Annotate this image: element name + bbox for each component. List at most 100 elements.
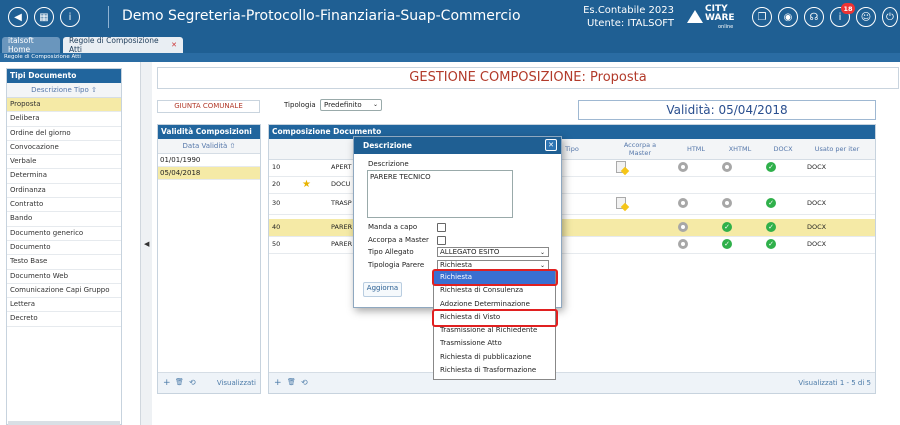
tipo-allegato-value: ALLEGATO ESITO — [440, 248, 500, 256]
row-desc: DOCU — [331, 180, 351, 188]
fiscal-year: Es.Contabile 2023 — [583, 5, 674, 16]
list-item[interactable]: Documento — [7, 241, 121, 256]
info-icon[interactable]: i — [60, 7, 80, 27]
docx-enabled-icon[interactable]: ✓ — [766, 198, 776, 208]
document-merge-icon[interactable] — [616, 161, 626, 173]
column-header-usato[interactable]: Usato per iter — [805, 139, 869, 159]
delete-icon[interactable]: 🗑 — [175, 378, 184, 386]
close-icon[interactable]: ✕ — [171, 41, 177, 49]
manda-a-capo-checkbox[interactable] — [437, 223, 446, 232]
delete-icon[interactable]: 🗑 — [287, 378, 296, 386]
list-item[interactable]: Convocazione — [7, 141, 121, 156]
dropdown-option[interactable]: Richiesta di Trasformazione — [434, 364, 555, 377]
add-icon[interactable]: + — [163, 378, 171, 388]
list-item[interactable]: Ordine del giorno — [7, 127, 121, 141]
list-item[interactable]: Ordinanza — [7, 184, 121, 199]
arrow-left-icon[interactable]: ◀ — [8, 7, 28, 27]
add-icon[interactable]: + — [274, 378, 282, 388]
brand-line2: WARE — [705, 13, 735, 23]
list-item[interactable]: Lettera — [7, 298, 121, 313]
row-desc: PARER — [331, 240, 353, 248]
xhtml-disabled-icon[interactable] — [722, 162, 732, 172]
validita-list: 01/01/1990 05/04/2018 — [158, 154, 260, 180]
refresh-icon[interactable]: ⟲ — [301, 378, 308, 387]
horizontal-scrollbar[interactable] — [8, 421, 120, 425]
docx-enabled-icon[interactable]: ✓ — [766, 162, 776, 172]
row-usato: DOCX — [807, 199, 827, 207]
html-disabled-icon[interactable] — [678, 198, 688, 208]
dropdown-option[interactable]: Richiesta di Consulenza — [434, 284, 555, 297]
row-usato: DOCX — [807, 240, 827, 248]
tipo-allegato-select[interactable]: ALLEGATO ESITO ⌄ — [437, 247, 549, 257]
dropdown-option[interactable]: Trasmissione Atto — [434, 337, 555, 350]
breadcrumb: Regole di Composizione Atti — [0, 53, 900, 62]
panel-title: Tipi Documento — [7, 69, 121, 83]
accorpa-checkbox[interactable] — [437, 236, 446, 245]
descrizione-label: Descrizione — [368, 160, 409, 168]
docx-enabled-icon[interactable]: ✓ — [766, 239, 776, 249]
user-icon[interactable]: ☺ — [856, 7, 876, 27]
chevron-down-icon: ⌄ — [372, 101, 378, 108]
tipologia-value: Predefinito — [324, 101, 362, 109]
tab-regole-composizione[interactable]: Regole di Composizione Atti ✕ — [63, 36, 183, 54]
list-item[interactable]: Decreto — [7, 312, 121, 327]
row-seq: 50 — [272, 240, 281, 248]
tipologia-parere-value: Richiesta — [440, 261, 473, 269]
dialog-title: Descrizione — [354, 137, 561, 154]
xhtml-enabled-icon[interactable]: ✓ — [722, 222, 732, 232]
column-header-xhtml[interactable]: XHTML — [723, 139, 757, 159]
refresh-icon[interactable]: ⟲ — [189, 378, 196, 387]
list-item[interactable]: Bando — [7, 212, 121, 227]
header-separator — [108, 6, 109, 28]
list-item[interactable]: Documento generico — [7, 227, 121, 241]
html-disabled-icon[interactable] — [678, 222, 688, 232]
star-icon: ★ — [302, 179, 311, 190]
xhtml-disabled-icon[interactable] — [722, 198, 732, 208]
html-disabled-icon[interactable] — [678, 162, 688, 172]
palette-icon[interactable]: ◉ — [778, 7, 798, 27]
list-item[interactable]: Delibera — [7, 112, 121, 127]
panel-splitter[interactable]: ◀ — [140, 62, 152, 425]
dropdown-option[interactable]: Richiesta di pubblicazione — [434, 351, 555, 364]
row-usato: DOCX — [807, 163, 827, 171]
office-label: GIUNTA COMUNALE — [157, 100, 260, 113]
column-header-descrizione[interactable]: Descrizione Tipo ⇧ — [7, 83, 121, 98]
list-item[interactable]: Documento Web — [7, 270, 121, 284]
list-item[interactable]: 01/01/1990 — [158, 154, 260, 167]
tab-home[interactable]: italsoft Home — [2, 36, 60, 54]
column-header-accorpa[interactable]: Accorpa a Master — [617, 139, 663, 159]
power-icon[interactable]: ⏻ — [882, 7, 898, 27]
docx-enabled-icon[interactable]: ✓ — [766, 222, 776, 232]
brand-sub: online — [718, 24, 734, 30]
tipi-documento-panel: Tipi Documento Descrizione Tipo ⇧ Propos… — [6, 68, 122, 425]
list-item[interactable]: 05/04/2018 — [158, 167, 260, 180]
tab-strip: italsoft Home Regole di Composizione Att… — [0, 34, 900, 54]
row-desc: TRASP — [331, 199, 352, 207]
tipi-documento-list: Proposta Delibera Ordine del giorno Convoca… — [7, 98, 121, 327]
list-item[interactable]: Verbale — [7, 155, 121, 170]
accorpa-label: Accorpa a Master — [368, 236, 429, 244]
aggiorna-button[interactable]: Aggiorna — [363, 282, 402, 297]
collapse-arrow-icon[interactable]: ◀ — [144, 240, 150, 250]
descrizione-textarea[interactable]: PARERE TECNICO — [367, 170, 513, 218]
column-header-docx[interactable]: DOCX — [768, 139, 798, 159]
headset-icon[interactable]: ☊ — [804, 7, 824, 27]
notification-badge: 18 — [841, 3, 855, 14]
windows-icon[interactable]: ❐ — [752, 7, 772, 27]
top-bar: ◀ ▦ i Demo Segreteria-Protocollo-Finanzi… — [0, 0, 900, 34]
tipologia-label: Tipologia — [284, 101, 316, 109]
list-item[interactable]: Determina — [7, 169, 121, 184]
tipologia-select[interactable]: Predefinito ⌄ — [320, 99, 382, 111]
column-header-data-validita[interactable]: Data Validità ⇧ — [158, 139, 260, 154]
grid-icon[interactable]: ▦ — [34, 7, 54, 27]
close-icon[interactable]: ✕ — [545, 139, 557, 151]
composizione-footer: + 🗑 ⟲ Visualizzati 1 - 5 di 5 — [269, 372, 875, 393]
column-header-html[interactable]: HTML — [681, 139, 711, 159]
document-merge-icon[interactable] — [616, 197, 626, 209]
list-item[interactable]: Proposta — [7, 98, 121, 113]
list-item[interactable]: Testo Base — [7, 255, 121, 270]
html-disabled-icon[interactable] — [678, 239, 688, 249]
xhtml-enabled-icon[interactable]: ✓ — [722, 239, 732, 249]
list-item[interactable]: Comunicazione Capi Gruppo — [7, 284, 121, 299]
list-item[interactable]: Contratto — [7, 198, 121, 213]
